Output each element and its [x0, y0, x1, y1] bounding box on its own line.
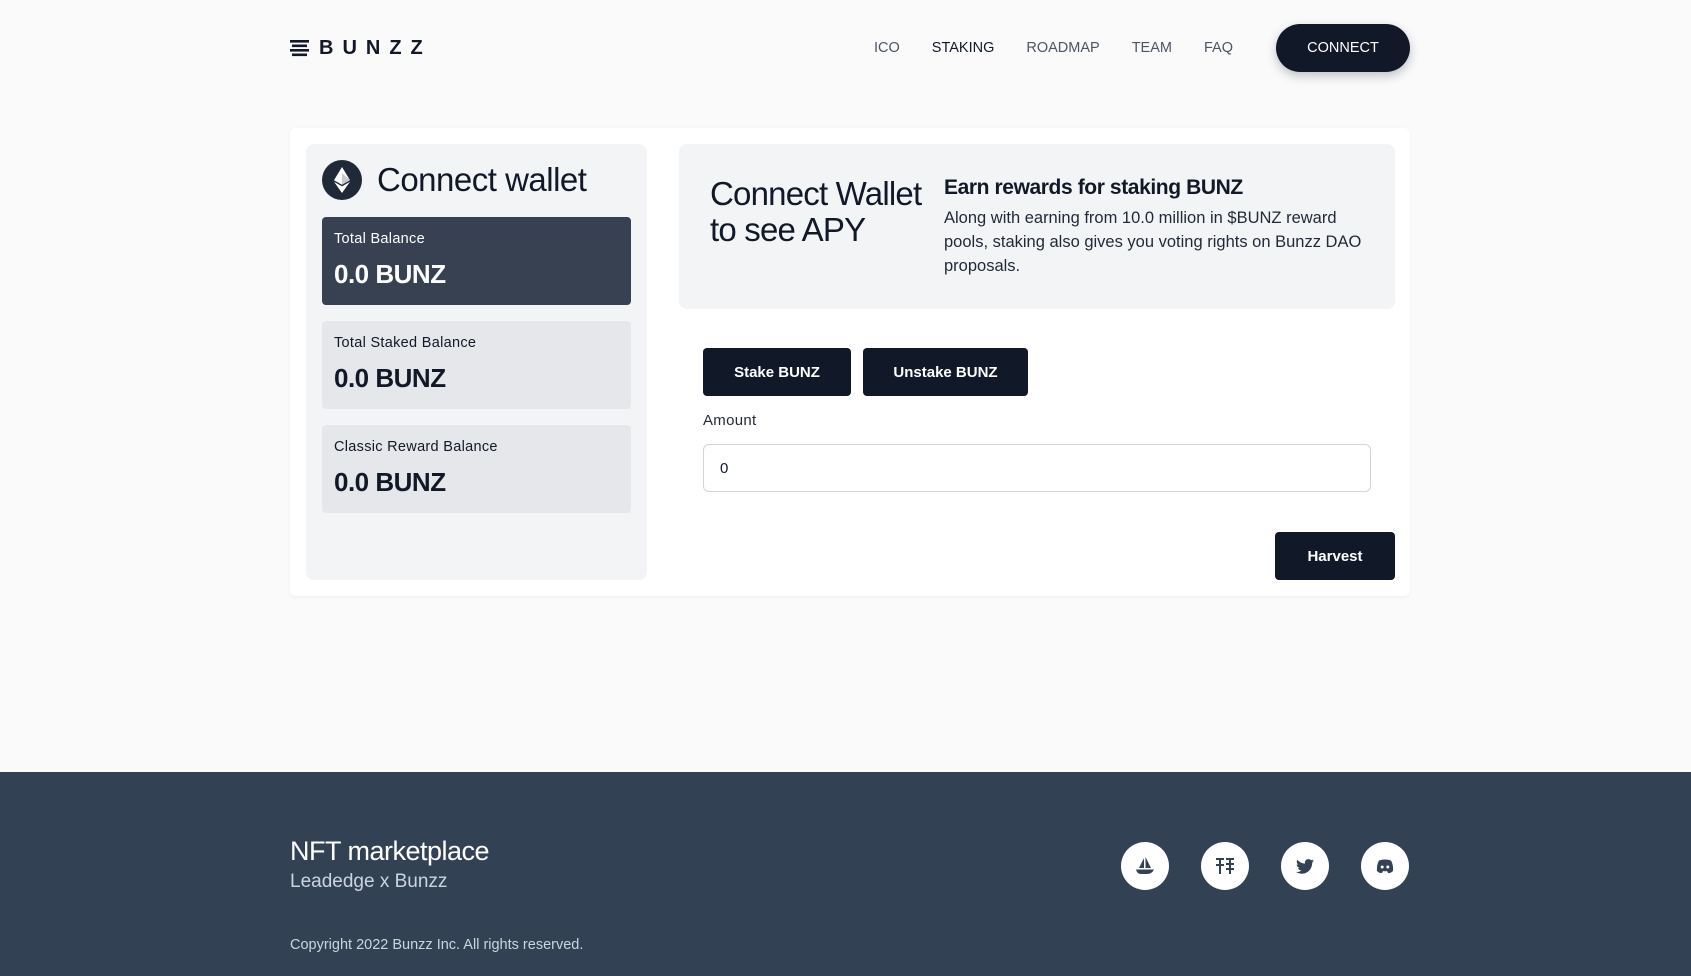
social-links: [1121, 842, 1409, 890]
footer-copyright: Copyright 2022 Bunzz Inc. All rights res…: [290, 937, 584, 953]
nav-roadmap[interactable]: ROADMAP: [1026, 40, 1099, 56]
total-balance-card: Total Balance 0.0 BUNZ: [322, 217, 631, 305]
staked-balance-label: Total Staked Balance: [334, 335, 477, 351]
wallet-header: Connect wallet: [322, 160, 587, 200]
reward-balance-card: Classic Reward Balance 0.0 BUNZ: [322, 425, 631, 513]
staked-balance-value: 0.0 BUNZ: [334, 363, 446, 393]
nav-ico[interactable]: ICO: [874, 40, 900, 56]
stake-button[interactable]: Stake BUNZ: [703, 348, 851, 396]
wallet-panel: Connect wallet Total Balance 0.0 BUNZ To…: [306, 144, 647, 580]
unstake-button[interactable]: Unstake BUNZ: [863, 348, 1028, 396]
mirror-icon[interactable]: [1201, 842, 1249, 890]
reward-balance-value: 0.0 BUNZ: [334, 467, 446, 497]
staking-card: Connect wallet Total Balance 0.0 BUNZ To…: [290, 128, 1410, 596]
footer: NFT marketplace Leadedge x Bunzz Copyrig…: [0, 772, 1691, 976]
logo-icon: [290, 39, 309, 56]
opensea-icon[interactable]: [1121, 842, 1169, 890]
apy-panel: Connect Wallet to see APY Earn rewards f…: [679, 144, 1395, 309]
earn-description: Along with earning from 10.0 million in …: [944, 209, 1362, 275]
twitter-icon[interactable]: [1281, 842, 1329, 890]
earn-title: Earn rewards for staking BUNZ: [944, 176, 1243, 199]
reward-balance-label: Classic Reward Balance: [334, 439, 498, 455]
apy-title: Connect Wallet to see APY: [710, 175, 922, 248]
connect-button[interactable]: CONNECT: [1276, 24, 1410, 72]
harvest-button[interactable]: Harvest: [1275, 532, 1395, 580]
logo[interactable]: BUNZZ: [290, 37, 432, 60]
nav-faq[interactable]: FAQ: [1204, 40, 1233, 56]
discord-icon[interactable]: [1361, 842, 1409, 890]
header: BUNZZ ICO STAKING ROADMAP TEAM FAQ CONNE…: [290, 24, 1410, 72]
logo-text: BUNZZ: [319, 36, 432, 59]
amount-input[interactable]: [703, 444, 1371, 492]
footer-subtitle: Leadedge x Bunzz: [290, 871, 448, 892]
main-nav: ICO STAKING ROADMAP TEAM FAQ: [874, 24, 1233, 72]
ethereum-icon: [322, 160, 362, 200]
amount-label: Amount: [703, 412, 757, 429]
total-balance-value: 0.0 BUNZ: [334, 259, 446, 289]
wallet-title: Connect wallet: [377, 161, 587, 198]
nav-staking[interactable]: STAKING: [932, 40, 995, 56]
total-balance-label: Total Balance: [334, 231, 425, 247]
footer-title: NFT marketplace: [290, 836, 490, 866]
nav-team[interactable]: TEAM: [1132, 40, 1172, 56]
staked-balance-card: Total Staked Balance 0.0 BUNZ: [322, 321, 631, 409]
